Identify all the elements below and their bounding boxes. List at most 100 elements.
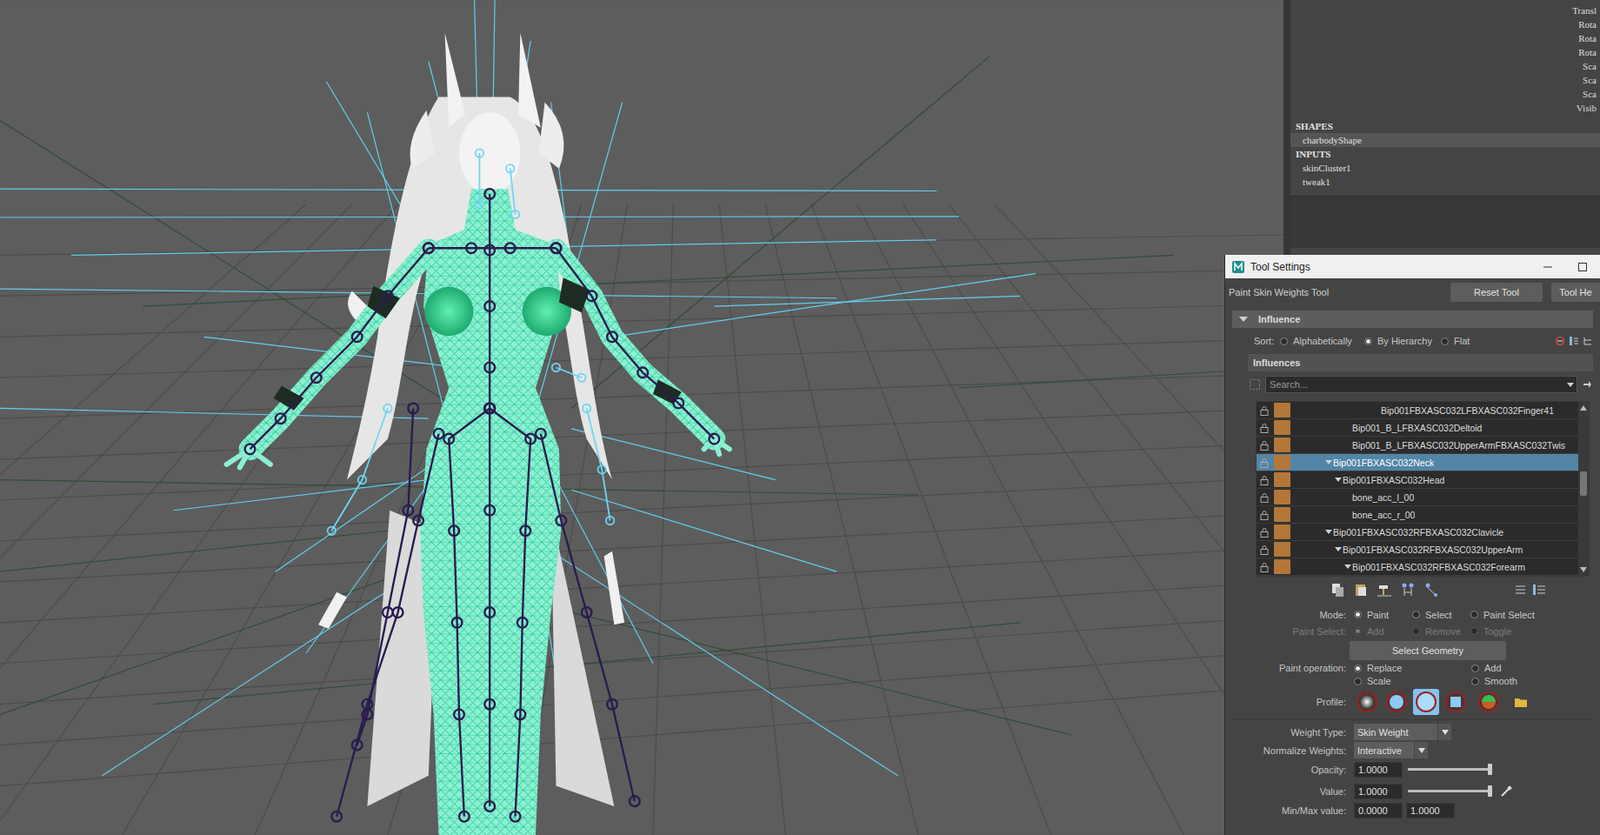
slider-track[interactable] (1407, 767, 1492, 771)
lock-icon[interactable] (1259, 405, 1270, 416)
radio-option[interactable]: Flat (1440, 335, 1476, 347)
influence-row[interactable]: Bip001FBXASC032LFBXASC032Finger41 (1256, 401, 1579, 420)
brush-profile[interactable] (1353, 688, 1380, 715)
expand-all-icon[interactable] (1532, 582, 1547, 597)
slider-handle[interactable] (1487, 785, 1493, 797)
soft-brush-icon[interactable] (1385, 690, 1408, 714)
input-item[interactable]: tweak1 (1290, 174, 1600, 189)
influence-color-swatch[interactable] (1273, 506, 1291, 522)
max-field[interactable]: 1.0000 (1406, 802, 1455, 819)
expand-arrow-icon[interactable] (1344, 564, 1352, 569)
eyedropper-icon[interactable] (1500, 785, 1513, 798)
dropdown-arrow-icon[interactable] (1417, 746, 1427, 754)
select-all-icon[interactable] (1247, 377, 1262, 392)
radio-option[interactable]: Scale (1353, 675, 1472, 687)
select-geometry-button[interactable]: Select Geometry (1349, 640, 1507, 660)
radio-option[interactable]: Replace (1353, 662, 1472, 674)
radio-option[interactable]: Paint Select (1470, 609, 1549, 620)
maximize-icon[interactable] (1578, 262, 1587, 272)
influence-section-header[interactable]: Influence (1232, 310, 1594, 328)
attribute-label[interactable]: Sca (1582, 59, 1597, 74)
lock-icon[interactable] (1259, 422, 1270, 434)
lock-icon[interactable] (1259, 440, 1270, 451)
square-brush-icon[interactable] (1444, 690, 1467, 714)
lock-icon[interactable] (1259, 457, 1270, 468)
radio-button[interactable] (1353, 664, 1362, 673)
weight-hammer-icon[interactable] (1376, 581, 1393, 598)
minimize-button[interactable] (1530, 254, 1566, 279)
min-field[interactable]: 0.0000 (1353, 802, 1403, 819)
show-influences-icon[interactable] (1423, 581, 1440, 598)
radio-option[interactable]: Paint (1353, 609, 1413, 620)
attribute-label[interactable]: Visib (1576, 100, 1597, 115)
attribute-label[interactable]: Rota (1578, 17, 1597, 32)
slider-track[interactable] (1407, 789, 1492, 793)
influence-color-swatch[interactable] (1273, 472, 1291, 487)
radio-button[interactable] (1440, 337, 1449, 346)
tree-icon[interactable] (1582, 335, 1594, 347)
scrollbar[interactable] (1578, 401, 1589, 576)
brush-profile[interactable] (1413, 688, 1440, 715)
search-field[interactable] (1265, 375, 1578, 394)
radio-button[interactable] (1364, 337, 1373, 346)
influence-color-swatch[interactable] (1273, 437, 1291, 453)
dropdown-arrow-icon[interactable] (1564, 378, 1577, 391)
maximize-button[interactable] (1565, 254, 1600, 279)
brush-profile[interactable] (1383, 688, 1410, 715)
radio-option[interactable]: Smooth (1471, 675, 1559, 687)
collapse-arrow-icon[interactable] (1239, 316, 1248, 322)
radio-button[interactable] (1470, 610, 1479, 619)
number-field[interactable]: 1.0000 (1353, 761, 1403, 778)
radio-button[interactable] (1471, 677, 1480, 686)
lock-icon[interactable] (1259, 544, 1270, 555)
dropdown[interactable]: Skin Weight (1353, 723, 1452, 740)
solid-brush-icon[interactable] (1414, 690, 1438, 714)
influence-color-swatch[interactable] (1273, 402, 1291, 418)
dropdown-arrow-icon[interactable] (1440, 728, 1450, 736)
expand-arrow-icon[interactable] (1334, 477, 1342, 482)
influence-color-swatch[interactable] (1273, 454, 1291, 470)
dropdown[interactable]: Interactive (1353, 741, 1428, 759)
attribute-label[interactable]: Rota (1578, 45, 1597, 60)
radio-option[interactable]: Alphabetically (1280, 335, 1365, 347)
radio-option[interactable]: By Hierarchy (1364, 335, 1441, 347)
reset-tool-button[interactable]: Reset Tool (1450, 282, 1543, 302)
influence-color-swatch[interactable] (1273, 559, 1291, 574)
tool-help-button[interactable]: Tool He (1551, 282, 1600, 302)
slider-handle[interactable] (1487, 763, 1493, 775)
lock-icon[interactable] (1259, 509, 1270, 520)
influence-color-swatch[interactable] (1273, 524, 1291, 540)
number-field[interactable]: 1.0000 (1353, 783, 1403, 800)
radio-button[interactable] (1412, 610, 1420, 619)
minimize-icon[interactable] (1543, 262, 1553, 272)
shape-item[interactable]: charbodyShape (1290, 133, 1600, 147)
search-input[interactable] (1266, 378, 1565, 391)
attribute-label[interactable]: Transl (1572, 3, 1597, 18)
radio-button[interactable] (1353, 610, 1362, 619)
influence-row[interactable]: Bip001FBXASC032RFBXASC032Clavicle (1256, 523, 1579, 541)
influence-row[interactable]: bone_acc_l_00 (1256, 488, 1579, 507)
influence-row[interactable]: bone_acc_r_00 (1256, 506, 1579, 524)
influence-row[interactable]: Bip001FBXASC032RFBXASC032Forearm (1256, 558, 1579, 576)
radio-option[interactable]: Select (1412, 609, 1471, 620)
influence-row[interactable]: Bip001_B_LFBXASC032Deltoid (1256, 419, 1579, 437)
influence-color-swatch[interactable] (1273, 489, 1291, 505)
expand-arrow-icon[interactable] (1334, 546, 1342, 552)
lock-icon[interactable] (1259, 492, 1270, 503)
paste-weights-icon[interactable] (1353, 581, 1369, 598)
radio-button[interactable] (1353, 677, 1362, 686)
list-icon[interactable] (1568, 335, 1580, 347)
gaussian-brush-icon[interactable] (1355, 690, 1379, 714)
influence-row[interactable]: Bip001FBXASC032RFBXASC032UpperArm (1256, 540, 1579, 559)
pin-icon[interactable] (1580, 378, 1594, 391)
folder-icon[interactable] (1513, 695, 1528, 708)
copy-weights-icon[interactable] (1329, 581, 1346, 598)
lock-icon[interactable] (1259, 474, 1270, 486)
expand-arrow-icon[interactable] (1325, 529, 1333, 534)
radio-button[interactable] (1471, 664, 1480, 673)
lock-icon[interactable] (1259, 526, 1270, 538)
expand-arrow-icon[interactable] (1325, 460, 1333, 465)
lock-icon[interactable] (1259, 561, 1270, 573)
swap-icon[interactable] (1554, 335, 1566, 347)
attribute-label[interactable]: Sca (1582, 86, 1597, 101)
